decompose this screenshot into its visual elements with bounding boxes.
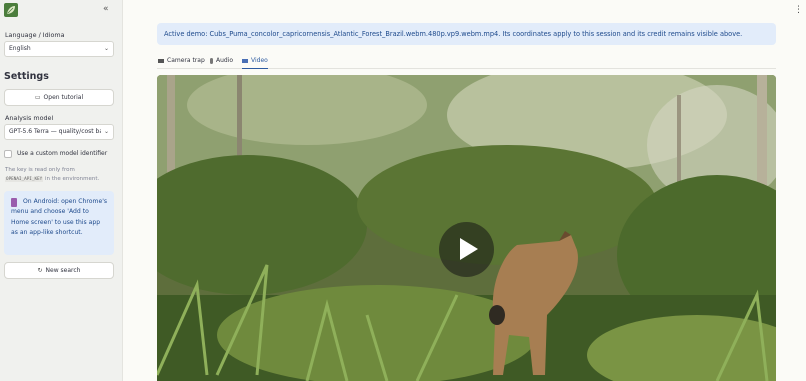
play-icon	[460, 238, 478, 260]
settings-heading: Settings	[4, 71, 49, 82]
custom-model-checkbox-row[interactable]: Use a custom model identifier	[4, 149, 107, 158]
tab-audio-label: Audio	[216, 57, 234, 64]
play-button[interactable]	[439, 222, 494, 277]
api-key-note: The key is read only from OPENAI_API_KEY…	[5, 166, 117, 184]
android-tip-box: On Android: open Chrome's menu and choos…	[4, 191, 114, 255]
tab-camera-trap-label: Camera trap	[167, 57, 205, 64]
analysis-model-value: GPT-5.6 Terra — quality/cost balance	[9, 128, 101, 135]
tab-audio[interactable]: Audio	[210, 55, 233, 69]
analysis-model-label: Analysis model	[5, 114, 54, 122]
language-label: Language / Idioma	[5, 31, 65, 39]
book-icon: ▭	[34, 94, 41, 101]
phone-icon	[11, 198, 19, 207]
video-player[interactable]	[157, 75, 776, 381]
chevron-down-icon: ⌄	[103, 128, 109, 135]
new-search-button[interactable]: ↻ New search	[4, 262, 114, 279]
language-select-value: English	[9, 45, 31, 52]
new-search-label: New search	[45, 267, 81, 274]
media-tabs: Camera trap Audio Video	[157, 55, 776, 69]
collapse-sidebar-icon[interactable]: «	[103, 4, 113, 14]
refresh-icon: ↻	[37, 267, 43, 274]
android-tip-text: On Android: open Chrome's menu and choos…	[11, 198, 108, 236]
film-icon	[242, 58, 248, 63]
open-tutorial-button[interactable]: ▭ Open tutorial	[4, 89, 114, 106]
microphone-icon	[210, 57, 213, 64]
chevron-down-icon: ⌄	[103, 45, 109, 52]
api-key-env-var: OPENAI_API_KEY	[5, 177, 44, 182]
open-tutorial-label: Open tutorial	[43, 94, 84, 101]
active-demo-banner: Active demo: Cubs_Puma_concolor_capricor…	[157, 23, 776, 45]
camera-icon	[158, 58, 164, 63]
analysis-model-select[interactable]: GPT-5.6 Terra — quality/cost balance ⌄	[4, 124, 114, 140]
custom-model-checkbox[interactable]	[4, 149, 12, 158]
api-key-note-prefix: The key is read only from	[5, 167, 75, 173]
api-key-note-suffix: in the environment.	[44, 176, 100, 182]
custom-model-label: Use a custom model identifier	[17, 150, 108, 157]
tab-video[interactable]: Video	[242, 55, 268, 69]
tab-camera-trap[interactable]: Camera trap	[158, 55, 205, 69]
tab-video-label: Video	[251, 57, 268, 64]
sidebar: « Language / Idioma English ⌄ Settings ▭…	[0, 0, 123, 381]
language-select[interactable]: English ⌄	[4, 41, 114, 57]
main-menu-icon[interactable]: ⋮	[794, 5, 803, 15]
app-logo-leaf-icon	[4, 3, 18, 17]
